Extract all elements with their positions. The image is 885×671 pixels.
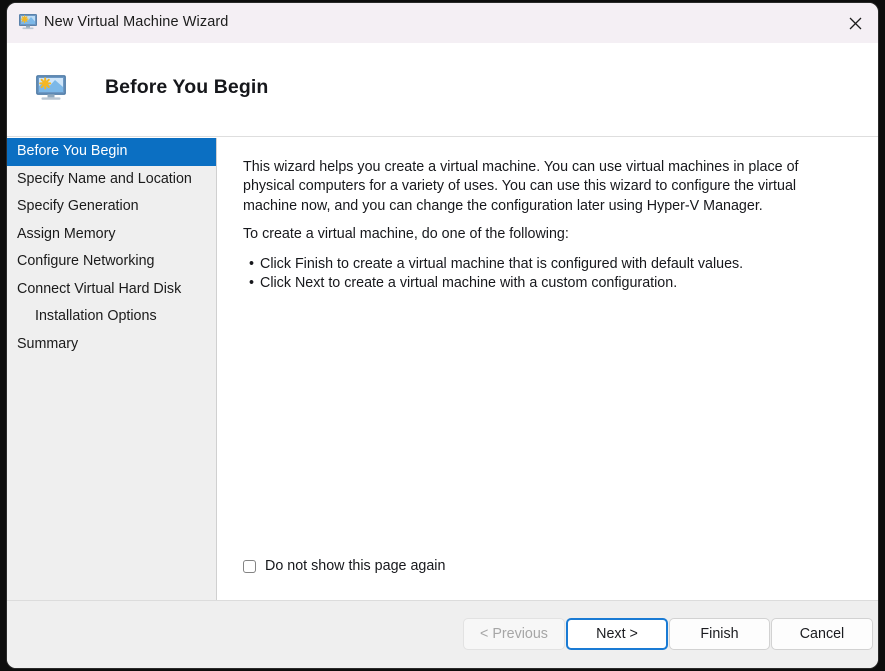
window-title: New Virtual Machine Wizard	[44, 14, 229, 30]
sidebar-item-configure-networking[interactable]: Configure Networking	[7, 248, 216, 276]
title-bar: New Virtual Machine Wizard	[7, 3, 878, 43]
wizard-header: Before You Begin	[7, 43, 878, 137]
cancel-button[interactable]: Cancel	[771, 618, 873, 650]
sidebar-item-specify-name-and-location[interactable]: Specify Name and Location	[7, 166, 216, 194]
virtual-machine-monitor-icon	[19, 14, 37, 30]
bullet-icon: •	[249, 256, 255, 272]
instruction-paragraph: To create a virtual machine, do one of t…	[243, 226, 569, 242]
bullet-icon: •	[249, 275, 255, 292]
next-button[interactable]: Next >	[566, 618, 668, 650]
finish-button[interactable]: Finish	[669, 618, 770, 650]
virtual-machine-monitor-icon	[36, 75, 66, 101]
checkbox-icon[interactable]	[243, 559, 256, 573]
wizard-footer: < Previous Next > Finish Cancel	[7, 600, 878, 668]
do-not-show-again-checkbox-row[interactable]: Do not show this page again	[243, 558, 445, 574]
intro-paragraph: This wizard helps you create a virtual m…	[243, 159, 799, 214]
page-title: Before You Begin	[105, 76, 269, 98]
close-icon[interactable]	[833, 3, 878, 43]
list-item-label: Click Finish to create a virtual machine…	[260, 256, 744, 272]
list-item-label: Click Next to create a virtual machine w…	[260, 275, 678, 292]
options-list: • Click Finish to create a virtual machi…	[243, 255, 843, 294]
wizard-steps-sidebar: Before You Begin Specify Name and Locati…	[7, 138, 217, 600]
sidebar-item-summary[interactable]: Summary	[7, 331, 216, 359]
previous-button[interactable]: < Previous	[463, 618, 565, 650]
list-item: • Click Finish to create a virtual machi…	[243, 255, 843, 274]
wizard-body: Before You Begin Specify Name and Locati…	[7, 138, 878, 600]
list-item: • Click Next to create a virtual machine…	[243, 274, 843, 293]
sidebar-item-before-you-begin[interactable]: Before You Begin	[7, 138, 216, 166]
wizard-content-pane: This wizard helps you create a virtual m…	[218, 138, 878, 600]
checkbox-label: Do not show this page again	[265, 558, 446, 574]
wizard-window: New Virtual Machine Wizard Before You Be…	[7, 3, 878, 668]
sidebar-item-connect-virtual-hard-disk[interactable]: Connect Virtual Hard Disk	[7, 276, 216, 304]
sidebar-item-assign-memory[interactable]: Assign Memory	[7, 221, 216, 249]
sidebar-item-specify-generation[interactable]: Specify Generation	[7, 193, 216, 221]
sidebar-item-installation-options[interactable]: Installation Options	[7, 303, 216, 331]
